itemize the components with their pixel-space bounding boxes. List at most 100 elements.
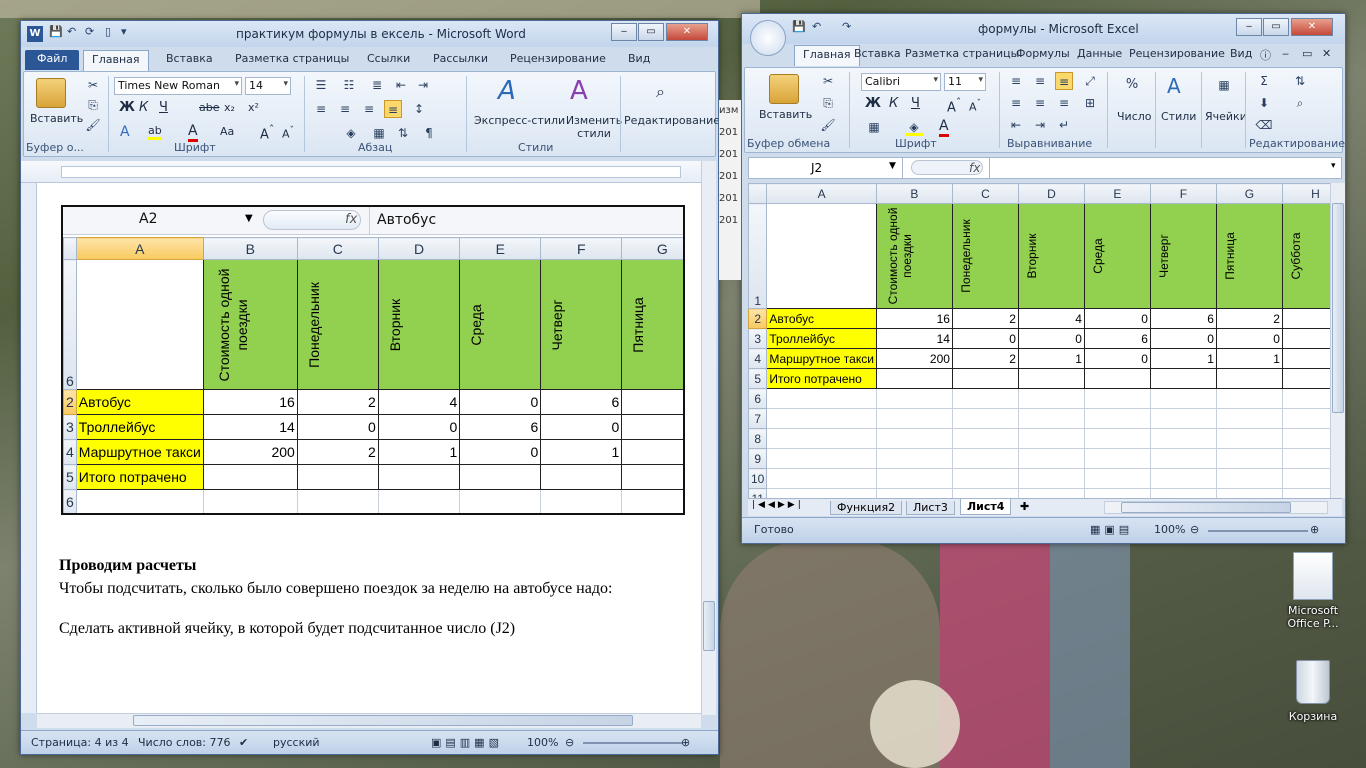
- numbering-icon[interactable]: ☷: [340, 76, 358, 94]
- excel-vertical-scrollbar[interactable]: [1330, 183, 1345, 498]
- sheet-tab-list3[interactable]: Лист3: [906, 501, 955, 515]
- value-cell[interactable]: 2: [951, 308, 1019, 329]
- header-cell[interactable]: Стоимость одной поездки: [202, 259, 298, 390]
- value-cell[interactable]: [951, 368, 1019, 389]
- empty-cell[interactable]: [1281, 428, 1330, 449]
- value-cell[interactable]: [540, 464, 623, 490]
- header-cell[interactable]: Понедельник: [296, 259, 379, 390]
- align-left-icon[interactable]: ≡: [1007, 94, 1025, 112]
- header-cell[interactable]: Четверг: [540, 259, 623, 390]
- italic-button[interactable]: К: [139, 100, 148, 115]
- header-cell[interactable]: Среда: [459, 259, 542, 390]
- row-header-5[interactable]: 5: [748, 368, 768, 389]
- value-cell[interactable]: 0: [1281, 308, 1330, 329]
- copy-icon[interactable]: ⎘: [819, 94, 837, 112]
- word-app-icon[interactable]: W: [27, 26, 43, 42]
- row-header-3[interactable]: 3: [63, 414, 77, 440]
- align-center-icon[interactable]: ≡: [1031, 94, 1049, 112]
- empty-cell[interactable]: [951, 468, 1019, 489]
- change-styles-button[interactable]: Изменить стили: [564, 114, 624, 140]
- zoom-slider[interactable]: [583, 742, 683, 744]
- grow-font-button[interactable]: Aˆ: [947, 96, 961, 115]
- chevron-down-icon[interactable]: ▼: [889, 161, 896, 171]
- value-cell[interactable]: 1: [377, 439, 461, 465]
- empty-cell[interactable]: [1215, 408, 1283, 429]
- word-hscroll-thumb[interactable]: [133, 715, 633, 726]
- tab-review[interactable]: Рецензирование: [1129, 47, 1225, 60]
- value-cell[interactable]: [1215, 368, 1283, 389]
- value-cell[interactable]: 200: [875, 348, 953, 369]
- close-button[interactable]: ✕: [1291, 18, 1333, 36]
- maximize-button[interactable]: ▭: [638, 23, 664, 41]
- highlight-button[interactable]: ab: [148, 124, 162, 140]
- empty-cell[interactable]: [1083, 488, 1151, 498]
- value-cell[interactable]: 1: [1017, 348, 1085, 369]
- value-cell[interactable]: 0: [621, 414, 683, 440]
- row-label[interactable]: Автобус: [75, 389, 204, 415]
- value-cell[interactable]: 1: [621, 439, 683, 465]
- column-header-g[interactable]: G: [1215, 183, 1283, 204]
- insert-sheet-icon[interactable]: ✚: [1020, 500, 1029, 513]
- value-cell[interactable]: 0: [296, 414, 379, 440]
- zoom-in-icon[interactable]: ⊕: [1310, 523, 1319, 536]
- header-cell[interactable]: Вторник: [1017, 203, 1085, 309]
- header-cell[interactable]: Суббота: [1281, 203, 1330, 309]
- maximize-button[interactable]: ▭: [1263, 18, 1289, 36]
- empty-cell[interactable]: [951, 408, 1019, 429]
- excel-vscroll-thumb[interactable]: [1332, 203, 1344, 413]
- minimize-ribbon-icon[interactable]: ‒: [1282, 47, 1289, 60]
- cells-button[interactable]: Ячейки: [1205, 110, 1247, 123]
- empty-cell[interactable]: [1281, 488, 1330, 498]
- tab-review[interactable]: Рецензирование: [510, 52, 606, 65]
- close-button[interactable]: ✕: [666, 23, 708, 41]
- empty-cell[interactable]: [1281, 388, 1330, 409]
- tab-page-layout[interactable]: Разметка страницы: [905, 47, 1019, 60]
- column-header-c[interactable]: C: [296, 237, 379, 260]
- fill-icon[interactable]: ⬇: [1255, 94, 1273, 112]
- format-painter-icon[interactable]: 🖌: [84, 116, 102, 134]
- column-header-b[interactable]: B: [875, 183, 953, 204]
- row-header-1[interactable]: 6: [63, 259, 77, 390]
- value-cell[interactable]: [1083, 368, 1151, 389]
- word-vertical-scrollbar[interactable]: [701, 161, 716, 715]
- row-header-6[interactable]: 6: [748, 388, 768, 409]
- row-header-9[interactable]: 9: [748, 448, 768, 469]
- align-center-icon[interactable]: ≡: [336, 100, 354, 118]
- value-cell[interactable]: 1: [1149, 348, 1217, 369]
- autosum-icon[interactable]: Σ: [1255, 72, 1273, 90]
- styles-button[interactable]: Стили: [1161, 110, 1196, 123]
- value-cell[interactable]: 2: [296, 439, 379, 465]
- increase-indent-icon[interactable]: ⇥: [414, 76, 432, 94]
- word-vscroll-thumb[interactable]: [703, 601, 715, 651]
- empty-cell[interactable]: [621, 489, 683, 513]
- font-name-combo[interactable]: Calibri: [861, 73, 941, 91]
- status-page[interactable]: Страница: 4 из 4: [31, 736, 129, 749]
- empty-cell[interactable]: [75, 489, 204, 513]
- save-icon[interactable]: 💾: [49, 25, 63, 38]
- save-icon[interactable]: 💾: [792, 20, 806, 33]
- tab-page-layout[interactable]: Разметка страницы: [235, 52, 349, 65]
- minimize-button[interactable]: ‒: [1236, 18, 1262, 36]
- empty-cell[interactable]: [1017, 388, 1085, 409]
- styles-icon[interactable]: A: [1167, 74, 1181, 98]
- bold-button[interactable]: Ж: [119, 100, 135, 115]
- excel-hscroll-thumb[interactable]: [1121, 502, 1291, 513]
- sort-icon[interactable]: ⇅: [394, 124, 412, 142]
- paste-button[interactable]: Вставить: [759, 108, 812, 121]
- value-cell[interactable]: [296, 464, 379, 490]
- row-header-2[interactable]: 2: [63, 389, 77, 415]
- value-cell[interactable]: 1: [1215, 348, 1283, 369]
- empty-cell[interactable]: [1083, 468, 1151, 489]
- empty-cell[interactable]: [1215, 428, 1283, 449]
- empty-cell[interactable]: [875, 408, 953, 429]
- tab-data[interactable]: Данные: [1077, 47, 1122, 60]
- empty-cell[interactable]: [540, 489, 623, 513]
- decrease-indent-icon[interactable]: ⇤: [1007, 116, 1025, 134]
- value-cell[interactable]: 0: [459, 439, 542, 465]
- empty-cell[interactable]: [1149, 428, 1217, 449]
- document-page[interactable]: A2 ▼ fx Автобус ABCDEFGHIJK 6Стоимость о…: [37, 183, 701, 715]
- tab-insert[interactable]: Вставка: [166, 52, 213, 65]
- column-header-a[interactable]: A: [766, 183, 877, 204]
- spellcheck-icon[interactable]: ✔: [239, 736, 248, 749]
- align-middle-icon[interactable]: ≡: [1031, 72, 1049, 90]
